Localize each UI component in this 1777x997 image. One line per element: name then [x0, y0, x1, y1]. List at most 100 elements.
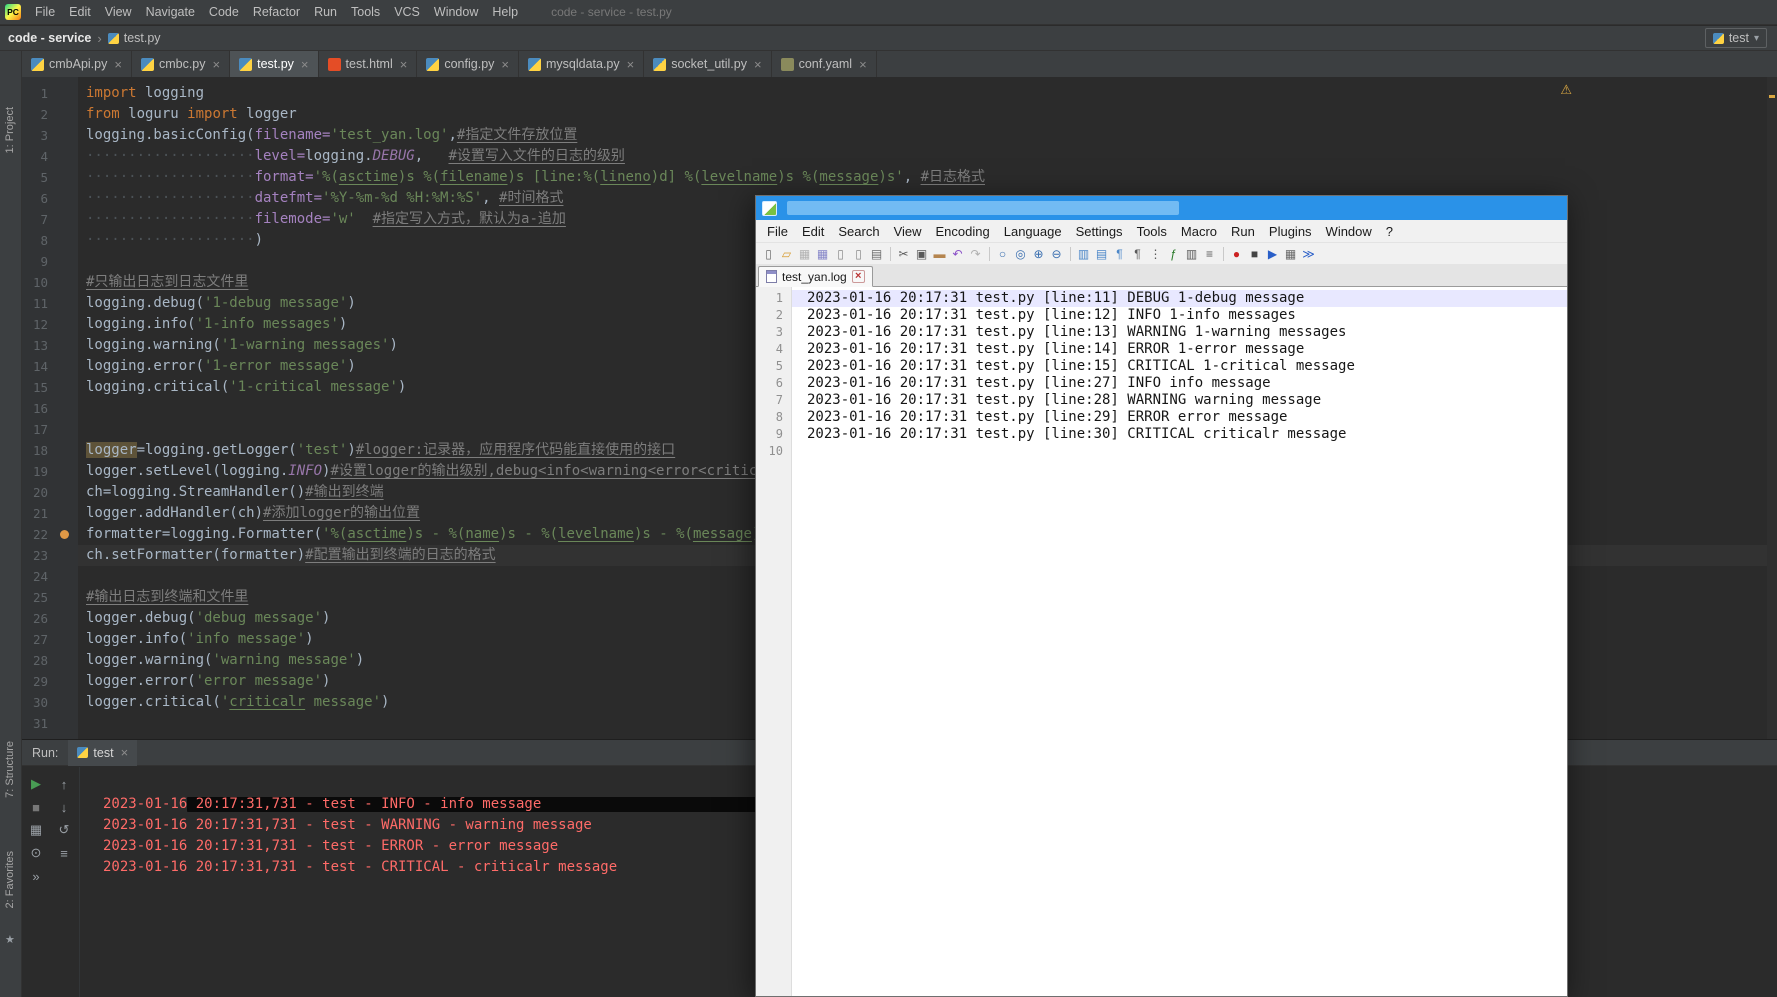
- close-icon[interactable]: ×: [859, 57, 867, 72]
- save-all-icon[interactable]: ▦: [814, 245, 831, 262]
- down-stack-trace-button[interactable]: ↓: [55, 798, 73, 816]
- close-icon[interactable]: ×: [121, 745, 129, 760]
- soft-wrap-button[interactable]: ↺: [55, 821, 73, 839]
- npp-menu-tools[interactable]: Tools: [1130, 224, 1174, 239]
- npp-menu-help[interactable]: ?: [1379, 224, 1400, 239]
- new-file-icon[interactable]: ▯: [760, 245, 777, 262]
- code-line-5[interactable]: 5 ····················format='%(asctime)s…: [22, 167, 1777, 188]
- doc-map-icon[interactable]: ▥: [1183, 245, 1200, 262]
- up-stack-trace-button[interactable]: ↑: [55, 775, 73, 793]
- code-line-4[interactable]: 4 ····················level=logging.DEBUG…: [22, 146, 1777, 167]
- menu-item-tools[interactable]: Tools: [344, 5, 387, 19]
- log-line-9[interactable]: 9 2023-01-16 20:17:31 test.py [line:30] C…: [756, 426, 1567, 443]
- npp-menu-plugins[interactable]: Plugins: [1262, 224, 1319, 239]
- run-config-selector[interactable]: test ▾: [1704, 28, 1767, 48]
- save-macro-icon[interactable]: ▦: [1282, 245, 1299, 262]
- scroll-to-end-button[interactable]: ≡: [55, 844, 73, 862]
- function-list-icon[interactable]: ƒ: [1165, 245, 1182, 262]
- close-all-icon[interactable]: ▯: [850, 245, 867, 262]
- log-line-7[interactable]: 7 2023-01-16 20:17:31 test.py [line:28] W…: [756, 392, 1567, 409]
- stripe-project-button[interactable]: 1: Project: [4, 107, 16, 153]
- npp-menu-search[interactable]: Search: [831, 224, 886, 239]
- log-line-2[interactable]: 2 2023-01-16 20:17:31 test.py [line:12] I…: [756, 307, 1567, 324]
- close-icon[interactable]: ×: [754, 57, 762, 72]
- npp-menu-settings[interactable]: Settings: [1069, 224, 1130, 239]
- code-line-3[interactable]: 3 logging.basicConfig(filename='test_yan.…: [22, 125, 1777, 146]
- editor-tab-conf.yaml[interactable]: conf.yaml ×: [771, 51, 877, 77]
- restore-layout-button[interactable]: ▦: [27, 821, 45, 839]
- redo-icon[interactable]: ↷: [967, 245, 984, 262]
- menu-item-file[interactable]: File: [28, 5, 62, 19]
- tab-test-yan-log[interactable]: test_yan.log ×: [758, 266, 873, 287]
- open-folder-icon[interactable]: ▱: [778, 245, 795, 262]
- menu-item-edit[interactable]: Edit: [62, 5, 98, 19]
- close-file-icon[interactable]: ▯: [832, 245, 849, 262]
- menu-item-navigate[interactable]: Navigate: [139, 5, 202, 19]
- undo-icon[interactable]: ↶: [949, 245, 966, 262]
- log-line-10[interactable]: 10: [756, 443, 1567, 460]
- close-icon[interactable]: ×: [501, 57, 509, 72]
- notepadpp-title-bar[interactable]: [756, 196, 1567, 220]
- code-line-2[interactable]: 2 from loguru import logger: [22, 104, 1777, 125]
- close-icon[interactable]: ×: [213, 57, 221, 72]
- close-icon[interactable]: ×: [627, 57, 635, 72]
- settings-button[interactable]: ⊙: [27, 844, 45, 862]
- stop-button[interactable]: ■: [27, 798, 45, 816]
- replace-icon[interactable]: ◎: [1012, 245, 1029, 262]
- error-stripe[interactable]: [1767, 77, 1777, 739]
- word-wrap-icon[interactable]: ¶: [1111, 245, 1128, 262]
- log-line-1[interactable]: 1 2023-01-16 20:17:31 test.py [line:11] D…: [756, 290, 1567, 307]
- cut-icon[interactable]: ✂: [895, 245, 912, 262]
- playback-macro-icon[interactable]: ▶: [1264, 245, 1281, 262]
- zoom-out-icon[interactable]: ⊖: [1048, 245, 1065, 262]
- log-line-4[interactable]: 4 2023-01-16 20:17:31 test.py [line:14] E…: [756, 341, 1567, 358]
- menu-item-run[interactable]: Run: [307, 5, 344, 19]
- stripe-structure-button[interactable]: 7: Structure: [4, 741, 16, 798]
- run-macro-multi-icon[interactable]: ≫: [1300, 245, 1317, 262]
- npp-menu-edit[interactable]: Edit: [795, 224, 831, 239]
- menu-item-refactor[interactable]: Refactor: [246, 5, 307, 19]
- npp-menu-window[interactable]: Window: [1319, 224, 1379, 239]
- show-all-chars-icon[interactable]: ¶: [1129, 245, 1146, 262]
- close-icon[interactable]: ×: [400, 57, 408, 72]
- doc-switcher-icon[interactable]: ≡: [1201, 245, 1218, 262]
- close-icon[interactable]: ×: [301, 57, 309, 72]
- sync-vertical-icon[interactable]: ▥: [1075, 245, 1092, 262]
- editor-tab-socket_util.py[interactable]: socket_util.py ×: [644, 51, 772, 77]
- menu-item-vcs[interactable]: VCS: [387, 5, 427, 19]
- copy-icon[interactable]: ▣: [913, 245, 930, 262]
- rerun-button[interactable]: ▶: [27, 775, 45, 793]
- paste-icon[interactable]: ▬: [931, 245, 948, 262]
- menu-item-code[interactable]: Code: [202, 5, 246, 19]
- npp-menu-encoding[interactable]: Encoding: [929, 224, 997, 239]
- close-icon[interactable]: ×: [851, 270, 865, 283]
- menu-item-window[interactable]: Window: [427, 5, 485, 19]
- editor-tab-test.html[interactable]: test.html ×: [318, 51, 418, 77]
- npp-menu-language[interactable]: Language: [997, 224, 1069, 239]
- editor-tab-cmbApi.py[interactable]: cmbApi.py ×: [22, 51, 132, 77]
- log-line-5[interactable]: 5 2023-01-16 20:17:31 test.py [line:15] C…: [756, 358, 1567, 375]
- notepadpp-editor[interactable]: 1 2023-01-16 20:17:31 test.py [line:11] D…: [756, 287, 1567, 996]
- editor-tab-test.py[interactable]: test.py ×: [230, 51, 319, 77]
- run-tab-test[interactable]: test ×: [68, 739, 138, 766]
- sync-horizontal-icon[interactable]: ▤: [1093, 245, 1110, 262]
- breakpoint-dot[interactable]: [60, 530, 69, 539]
- menu-item-view[interactable]: View: [98, 5, 139, 19]
- menu-item-help[interactable]: Help: [485, 5, 525, 19]
- npp-menu-view[interactable]: View: [887, 224, 929, 239]
- editor-tab-cmbc.py[interactable]: cmbc.py ×: [131, 51, 231, 77]
- print-icon[interactable]: ▤: [868, 245, 885, 262]
- inspection-warning-icon[interactable]: ⚠: [1560, 82, 1572, 98]
- npp-menu-macro[interactable]: Macro: [1174, 224, 1224, 239]
- find-icon[interactable]: ○: [994, 245, 1011, 262]
- stop-record-icon[interactable]: ■: [1246, 245, 1263, 262]
- editor-tab-config.py[interactable]: config.py ×: [417, 51, 519, 77]
- log-line-8[interactable]: 8 2023-01-16 20:17:31 test.py [line:29] E…: [756, 409, 1567, 426]
- more-button[interactable]: »: [27, 867, 45, 885]
- breadcrumb-project[interactable]: code - service: [8, 31, 91, 45]
- stripe-favorites-button[interactable]: 2: Favorites: [4, 851, 16, 908]
- log-line-3[interactable]: 3 2023-01-16 20:17:31 test.py [line:13] W…: [756, 324, 1567, 341]
- code-line-1[interactable]: 1 import logging: [22, 83, 1777, 104]
- npp-menu-file[interactable]: File: [760, 224, 795, 239]
- log-line-6[interactable]: 6 2023-01-16 20:17:31 test.py [line:27] I…: [756, 375, 1567, 392]
